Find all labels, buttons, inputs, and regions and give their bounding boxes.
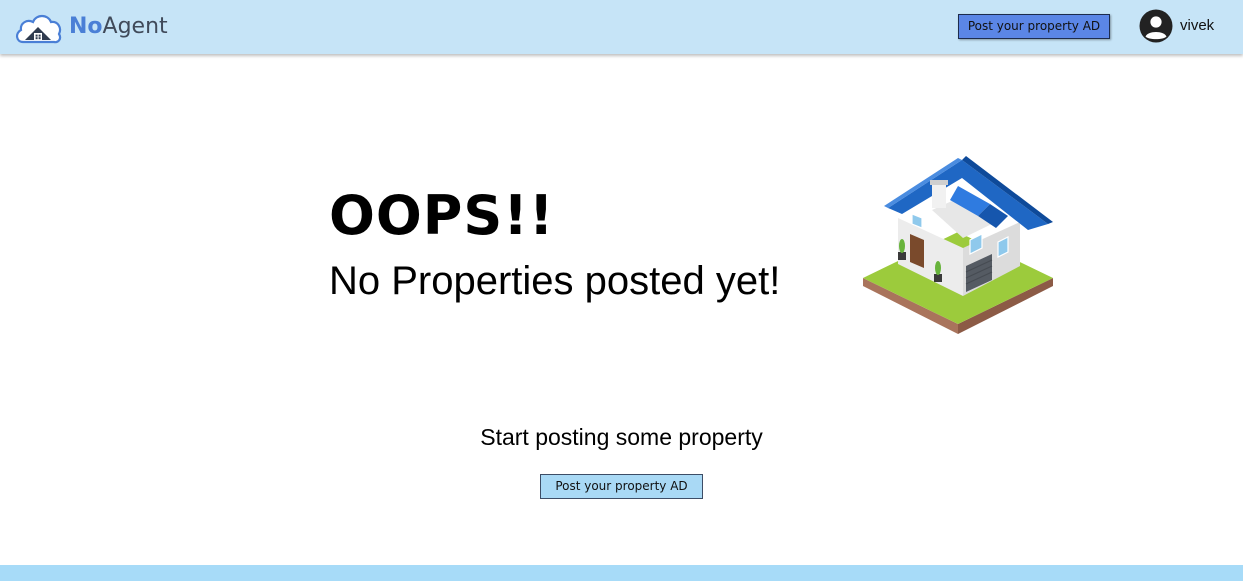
empty-state-message: No Properties posted yet! <box>329 259 781 303</box>
cta-text: Start posting some property <box>480 424 763 450</box>
house-illustration <box>863 156 1053 334</box>
brand-name-light: Agent <box>102 14 168 39</box>
username-label[interactable]: vivek <box>1180 16 1214 36</box>
brand-name: NoAgent <box>69 9 168 45</box>
footer <box>0 565 1243 581</box>
post-ad-button-header[interactable]: Post your property AD <box>958 14 1110 39</box>
account-circle-icon[interactable] <box>1139 9 1173 43</box>
cloud-house-icon <box>16 14 62 44</box>
brand-name-bold: No <box>69 14 103 39</box>
brand-logo[interactable]: NoAgent <box>14 9 168 45</box>
top-navbar: NoAgent Post your property AD vivek <box>0 0 1243 54</box>
post-ad-button-main[interactable]: Post your property AD <box>540 474 703 499</box>
empty-state-heading: OOPS!! <box>329 184 555 247</box>
